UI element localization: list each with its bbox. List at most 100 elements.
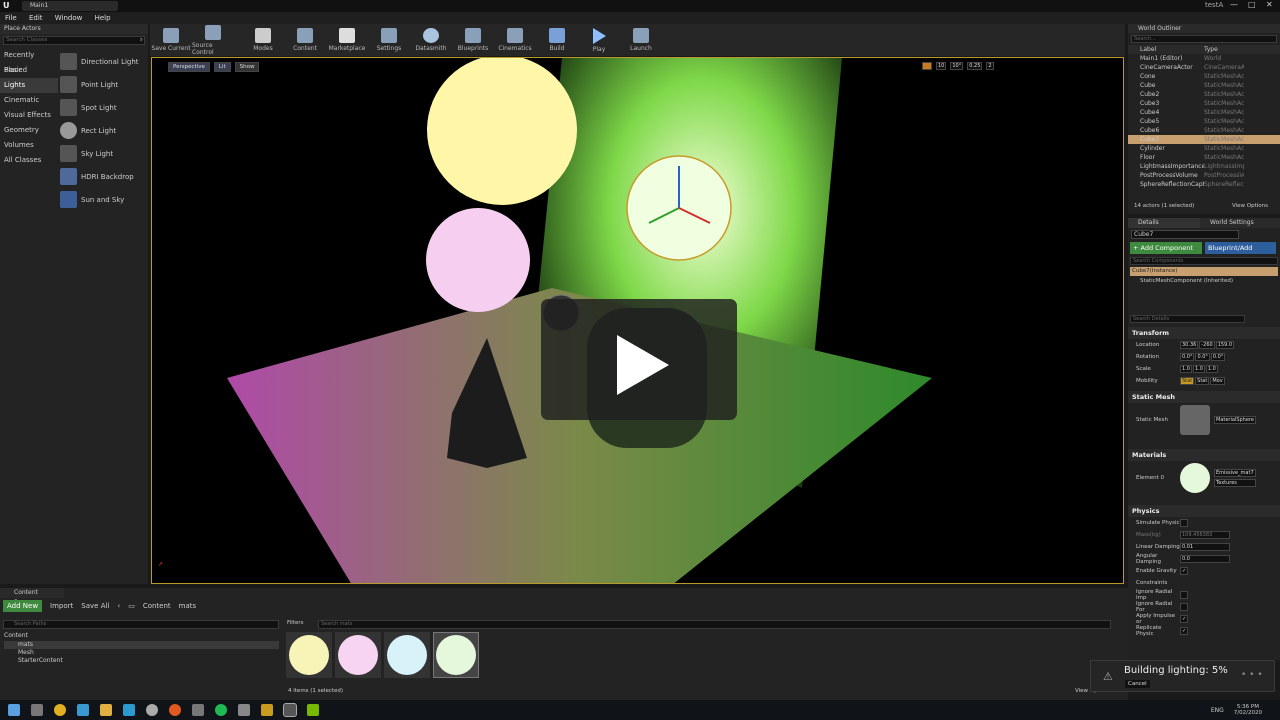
mobility-movable[interactable]: Mov: [1210, 377, 1225, 385]
textures-dropdown[interactable]: Textures: [1214, 479, 1256, 487]
angular-damping-field[interactable]: 0.0: [1180, 555, 1230, 563]
cancel-build-button[interactable]: Cancel: [1125, 680, 1150, 688]
rotation-x[interactable]: 0.0°: [1180, 353, 1195, 361]
outliner-row[interactable]: Floor StaticMeshAct: [1128, 153, 1280, 162]
material-dropdown[interactable]: Emissive_mat7: [1214, 469, 1256, 477]
tree-mats[interactable]: mats: [4, 641, 279, 649]
content-browser-tab[interactable]: Content Browser: [0, 588, 64, 606]
scale-snap-value[interactable]: 0.25: [967, 62, 983, 70]
location-x[interactable]: 30.36: [1180, 341, 1199, 349]
save-current-button[interactable]: Save Current: [150, 24, 192, 56]
search-paths-input[interactable]: Search Paths: [3, 620, 279, 629]
breadcrumb-mats[interactable]: mats: [179, 602, 197, 610]
tree-starter-content[interactable]: StarterContent: [4, 657, 279, 665]
transform-icon[interactable]: [922, 62, 932, 70]
asset-tile[interactable]: [286, 632, 332, 678]
show-button[interactable]: Show: [234, 62, 260, 72]
outliner-tab[interactable]: World Outliner: [1128, 24, 1280, 33]
simulate-checkbox[interactable]: [1180, 519, 1188, 527]
save-all-button[interactable]: Save All: [81, 602, 109, 610]
app-icon[interactable]: [192, 704, 204, 716]
chrome-icon[interactable]: [54, 704, 66, 716]
modes-button[interactable]: Modes: [242, 24, 284, 56]
outliner-row[interactable]: Cylinder StaticMeshAct: [1128, 144, 1280, 153]
blueprints-button[interactable]: Blueprints: [452, 24, 494, 56]
blueprint-add-button[interactable]: Blueprint/Add: [1205, 242, 1276, 254]
minimize-button[interactable]: —: [1230, 0, 1238, 9]
linear-damping-field[interactable]: 0.01: [1180, 543, 1230, 551]
search-mats-input[interactable]: Search mats: [318, 620, 1111, 629]
materials-section[interactable]: Materials: [1128, 449, 1280, 461]
outliner-row[interactable]: Cube6 StaticMeshAct: [1128, 126, 1280, 135]
actor-directional-light[interactable]: Directional Light: [60, 50, 148, 73]
col-type[interactable]: Type: [1204, 45, 1244, 54]
unreal-taskbar-icon[interactable]: [283, 703, 297, 717]
close-button[interactable]: ✕: [1266, 0, 1273, 9]
search-classes-input[interactable]: Search Classes ⌕: [3, 36, 145, 45]
location-z[interactable]: 159.0: [1215, 341, 1235, 349]
rotation-label[interactable]: Rotation: [1136, 354, 1180, 360]
menu-help[interactable]: Help: [95, 14, 111, 22]
app-icon[interactable]: [77, 704, 89, 716]
asset-tile-selected[interactable]: [433, 632, 479, 678]
scale-label[interactable]: Scale: [1136, 366, 1180, 372]
actor-spot-light[interactable]: Spot Light: [60, 96, 148, 119]
datasmith-button[interactable]: Datasmith: [410, 24, 452, 56]
replicate-checkbox[interactable]: ✓: [1180, 627, 1188, 635]
outliner-row[interactable]: Cube StaticMeshAct: [1128, 81, 1280, 90]
static-mesh-dropdown[interactable]: MaterialSphere: [1214, 416, 1256, 424]
category-recently-placed[interactable]: Recently Placed: [0, 48, 58, 74]
content-button[interactable]: Content: [284, 24, 326, 56]
outliner-row[interactable]: Cube3 StaticMeshAct: [1128, 99, 1280, 108]
settings-button[interactable]: Settings: [368, 24, 410, 56]
menu-window[interactable]: Window: [55, 14, 83, 22]
scale-z[interactable]: 1.0: [1205, 365, 1218, 373]
mass-field[interactable]: 109.456383: [1180, 531, 1230, 539]
perspective-button[interactable]: Perspective: [168, 62, 210, 72]
category-basic[interactable]: Basic: [0, 63, 58, 78]
outliner-row[interactable]: Cone StaticMeshAct: [1128, 72, 1280, 81]
outliner-row[interactable]: CineCameraActor CineCameraAc: [1128, 63, 1280, 72]
launch-button[interactable]: Launch: [620, 24, 662, 56]
actor-sun-and-sky[interactable]: Sun and Sky: [60, 188, 148, 211]
clock[interactable]: 5:36 PM 7/02/2020: [1234, 704, 1262, 716]
back-arrow-icon[interactable]: ‹: [117, 602, 120, 610]
scale-x[interactable]: 1.0: [1180, 365, 1192, 373]
component-row[interactable]: StaticMeshComponent (Inherited): [1130, 277, 1278, 286]
marketplace-button[interactable]: Marketplace: [326, 24, 368, 56]
outliner-row[interactable]: Cube4 StaticMeshAct: [1128, 108, 1280, 117]
category-geometry[interactable]: Geometry: [0, 123, 58, 138]
lit-button[interactable]: Lit: [213, 62, 231, 72]
actor-hdri-backdrop[interactable]: HDRI Backdrop: [60, 165, 148, 188]
rotation-z[interactable]: 0.0°: [1210, 353, 1226, 361]
outliner-row[interactable]: LightmassImportanceVoluLightmassImp: [1128, 162, 1280, 171]
breadcrumb-content[interactable]: Content: [143, 602, 171, 610]
windows-start-icon[interactable]: [8, 704, 20, 716]
app-icon[interactable]: [146, 704, 158, 716]
camera-speed-value[interactable]: 2: [986, 62, 994, 70]
app-icon[interactable]: [169, 704, 181, 716]
rotation-y[interactable]: 0.0°: [1195, 353, 1210, 361]
language-indicator[interactable]: ENG: [1211, 707, 1224, 714]
task-view-icon[interactable]: [31, 704, 43, 716]
category-all-classes[interactable]: All Classes: [0, 153, 58, 168]
mobility-static[interactable]: Stat: [1180, 377, 1195, 385]
add-component-button[interactable]: + Add Component: [1130, 242, 1202, 254]
gravity-checkbox[interactable]: ✓: [1180, 567, 1188, 575]
category-visual-effects[interactable]: Visual Effects: [0, 108, 58, 123]
app-icon[interactable]: [123, 704, 135, 716]
app-icon[interactable]: [261, 704, 273, 716]
tree-content[interactable]: Content: [4, 632, 279, 641]
maximize-button[interactable]: □: [1248, 0, 1256, 9]
category-cinematic[interactable]: Cinematic: [0, 93, 58, 108]
asset-tile[interactable]: [384, 632, 430, 678]
apply-impulse-checkbox[interactable]: ✓: [1180, 615, 1188, 623]
outliner-row[interactable]: SphereReflectionCapture1SphereReflecti: [1128, 180, 1280, 189]
category-volumes[interactable]: Volumes: [0, 138, 58, 153]
object-name-field[interactable]: Cube7: [1131, 230, 1239, 239]
filters-button[interactable]: Filters: [287, 620, 317, 629]
menu-file[interactable]: File: [5, 14, 17, 22]
component-instance-row[interactable]: Cube7(Instance): [1130, 267, 1278, 276]
tab-world-settings[interactable]: World Settings: [1200, 218, 1254, 228]
build-button[interactable]: Build: [536, 24, 578, 56]
